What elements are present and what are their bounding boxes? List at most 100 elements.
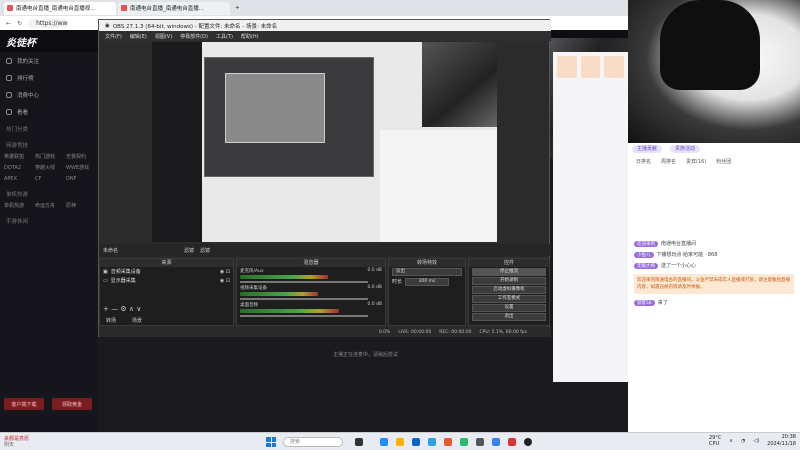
start-recording-button[interactable]: 开始录制	[472, 277, 546, 285]
windows-start-icon[interactable]	[266, 437, 276, 447]
section-title: 手游休闲	[6, 219, 29, 225]
sidebar-item-watch[interactable]: 看看	[0, 103, 98, 120]
source-item[interactable]: ▣ 音频采集设备 ◉ ⊡	[100, 267, 233, 276]
app-icon[interactable]	[460, 438, 468, 446]
noble-pill[interactable]: 贵族活动	[670, 145, 701, 153]
visibility-icon[interactable]: ◉ ⊡	[220, 269, 230, 275]
tab-vip[interactable]: 贵宾(16)	[686, 158, 706, 165]
duration-input[interactable]: 300 ms	[405, 277, 450, 286]
app-icon[interactable]	[508, 438, 516, 446]
gift-item[interactable]	[604, 56, 625, 78]
tab-daily[interactable]: 日排名	[636, 158, 651, 165]
source-item[interactable]: ▭ 显示器采集 ◉ ⊡	[100, 276, 233, 285]
volume-icon[interactable]: ◁)	[753, 438, 759, 444]
category-link[interactable]: 原神	[66, 201, 97, 212]
reload-icon[interactable]: ↻	[17, 20, 22, 27]
remove-icon[interactable]: —	[111, 305, 118, 313]
channel-name: 麦克风/Aux	[240, 269, 264, 274]
settings-icon[interactable]: ⚙	[120, 305, 126, 313]
sidebar-item-follow[interactable]: 我的关注	[0, 52, 98, 69]
section-title: 单机热游	[6, 192, 29, 198]
chat-message: 无敌大将 送了一个小心心	[628, 260, 800, 271]
level-meter	[240, 275, 329, 279]
app-icon[interactable]	[444, 438, 452, 446]
obs-preview[interactable]	[152, 42, 497, 242]
filter-button[interactable]: 滤镜	[184, 247, 194, 254]
category-link[interactable]: DNF	[66, 174, 97, 185]
chat-top-bar: 主播贡献 贵族活动	[628, 143, 800, 155]
settings-button[interactable]: 设置	[472, 304, 546, 312]
sidebar-item-consume[interactable]: 消费中心	[0, 86, 98, 103]
add-icon[interactable]: +	[103, 305, 109, 313]
dropped-frames: 0.0%	[378, 329, 391, 335]
taskbar-search[interactable]: 搜索	[283, 437, 343, 447]
up-icon[interactable]: ∧	[129, 305, 134, 313]
back-icon[interactable]: ←	[6, 20, 11, 27]
browser-tab-1[interactable]: 南通电台直播_南通电台直播视...	[4, 1, 116, 15]
menu-docks[interactable]: 停靠部件(D)	[180, 33, 208, 40]
app-icon[interactable]	[476, 438, 484, 446]
category-link[interactable]: 穿越火线	[35, 163, 66, 174]
folder-icon[interactable]	[396, 438, 404, 446]
gift-item[interactable]	[580, 56, 601, 78]
menu-tools[interactable]: 工具(T)	[216, 33, 233, 40]
claim-gold-button[interactable]: 领取黄金	[52, 398, 92, 410]
chevron-up-icon[interactable]: ∧	[729, 438, 733, 444]
download-client-button[interactable]: 客户端下载	[4, 398, 44, 410]
eye-icon	[6, 108, 12, 115]
sidebar-item-label: 看看	[17, 109, 29, 116]
network-icon[interactable]: ◔	[741, 438, 745, 444]
category-link[interactable]: CF	[35, 174, 66, 185]
exit-button[interactable]: 退出	[472, 313, 546, 321]
tab-title: 南通电台直播_南通电台直播视...	[16, 6, 96, 12]
tab-fans[interactable]: 粉丝团	[716, 158, 731, 165]
tab-weekly[interactable]: 周排名	[661, 158, 676, 165]
category-link[interactable]: 命运方舟	[35, 201, 66, 212]
obs-status-bar: 0.0% LIVE: 00:00:00 REC: 00:00:00 CPU: 5…	[99, 327, 551, 337]
channel-db: 0.0 dB	[367, 285, 382, 290]
category-link[interactable]: 无畏契约	[66, 152, 97, 163]
sidebar-item-rank[interactable]: 排行榜	[0, 69, 98, 86]
volume-slider[interactable]	[240, 281, 368, 283]
category-link[interactable]: APEX	[4, 174, 35, 185]
browser-tab-2[interactable]: 南通电台直播_南通电台直播...	[118, 1, 230, 15]
volume-slider[interactable]	[240, 315, 368, 317]
app-icon[interactable]	[492, 438, 500, 446]
category-link[interactable]: WWE游戏	[66, 163, 97, 174]
app-icon[interactable]	[428, 438, 436, 446]
tab-scenes[interactable]: 场景	[132, 317, 142, 324]
task-view-icon[interactable]	[355, 438, 363, 446]
edge-icon[interactable]	[380, 438, 388, 446]
category-link[interactable]: 热门游戏	[35, 152, 66, 163]
tab-transition[interactable]: 转场	[106, 317, 116, 324]
mixer-channel: 视频采集设备 0.0 dB	[237, 284, 385, 301]
visibility-icon[interactable]: ◉ ⊡	[220, 278, 230, 284]
volume-slider[interactable]	[240, 298, 368, 300]
site-logo[interactable]: 炎徒杯	[6, 34, 36, 49]
category-link[interactable]: DOTA2	[4, 163, 35, 174]
store-icon[interactable]	[412, 438, 420, 446]
chat-message: 游客56 来了	[628, 297, 800, 308]
cpu-temp[interactable]: 29°C CPU	[709, 435, 721, 447]
user-badge: 游客56	[634, 299, 655, 306]
transition-select[interactable]: 淡出	[392, 268, 462, 276]
new-tab-icon[interactable]: +	[232, 2, 242, 15]
contribution-pill[interactable]: 主播贡献	[632, 145, 663, 153]
category-link[interactable]: 英雄联盟	[4, 152, 35, 163]
menu-file[interactable]: 文件(F)	[105, 33, 122, 40]
sidebar-item-label: 排行榜	[17, 75, 34, 82]
url-field[interactable]: https://www.d	[28, 18, 69, 28]
menu-view[interactable]: 视图(V)	[155, 33, 172, 40]
studio-mode-button[interactable]: 工作室模式	[472, 295, 546, 303]
menu-help[interactable]: 帮助(H)	[241, 33, 259, 40]
obs-taskbar-icon[interactable]	[524, 438, 532, 446]
virtual-camera-button[interactable]: 启动虚拟摄像机	[472, 286, 546, 294]
menu-edit[interactable]: 编辑(E)	[130, 33, 147, 40]
weather-widget[interactable]: 来都是意愿 阴天	[4, 436, 29, 448]
down-icon[interactable]: ∨	[136, 305, 141, 313]
clock[interactable]: 20:38 2024/11/18	[767, 434, 796, 448]
category-link[interactable]: 单机热游	[4, 201, 35, 212]
stop-stream-button[interactable]: 停止推流	[472, 268, 546, 276]
filter-button-2[interactable]: 滤镜	[200, 247, 210, 254]
gift-item[interactable]	[557, 56, 577, 78]
